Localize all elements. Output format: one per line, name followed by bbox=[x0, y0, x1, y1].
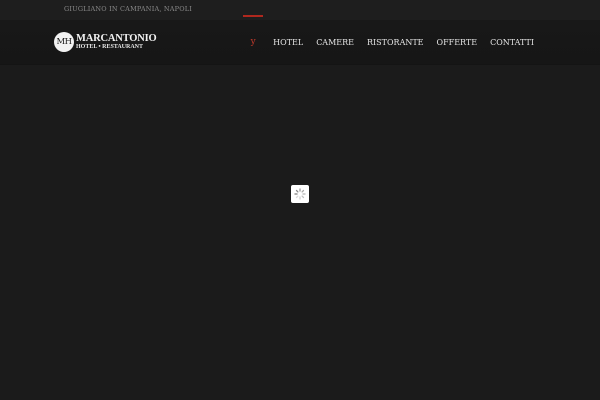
nav-item-hotel[interactable]: HOTEL bbox=[273, 38, 303, 47]
loading-spinner bbox=[291, 185, 309, 203]
logo-monogram: MH bbox=[54, 32, 74, 52]
nav-item-contatti[interactable]: CONTATTI bbox=[490, 38, 534, 47]
page: GIUGLIANO IN CAMPANIA, NAPOLI MH MARCANT… bbox=[0, 0, 600, 400]
logo-tagline: HOTEL • RESTAURANT bbox=[76, 44, 144, 50]
logo-name: MARCANTONIO bbox=[76, 33, 157, 44]
site-logo[interactable]: MH MARCANTONIO HOTEL • RESTAURANT bbox=[54, 32, 157, 54]
nav-item-camere[interactable]: CAMERE bbox=[316, 38, 354, 47]
nav-item-ristorante[interactable]: RISTORANTE bbox=[367, 38, 424, 47]
spinner-icon bbox=[294, 188, 306, 200]
nav-item-offerte[interactable]: OFFERTE bbox=[437, 38, 478, 47]
top-bar: GIUGLIANO IN CAMPANIA, NAPOLI bbox=[0, 0, 600, 20]
nav-home-icon[interactable]: y bbox=[243, 15, 264, 47]
location-text: GIUGLIANO IN CAMPANIA, NAPOLI bbox=[64, 5, 193, 13]
main-nav: y HOTEL CAMERE RISTORANTE OFFERTE CONTAT… bbox=[243, 15, 534, 64]
